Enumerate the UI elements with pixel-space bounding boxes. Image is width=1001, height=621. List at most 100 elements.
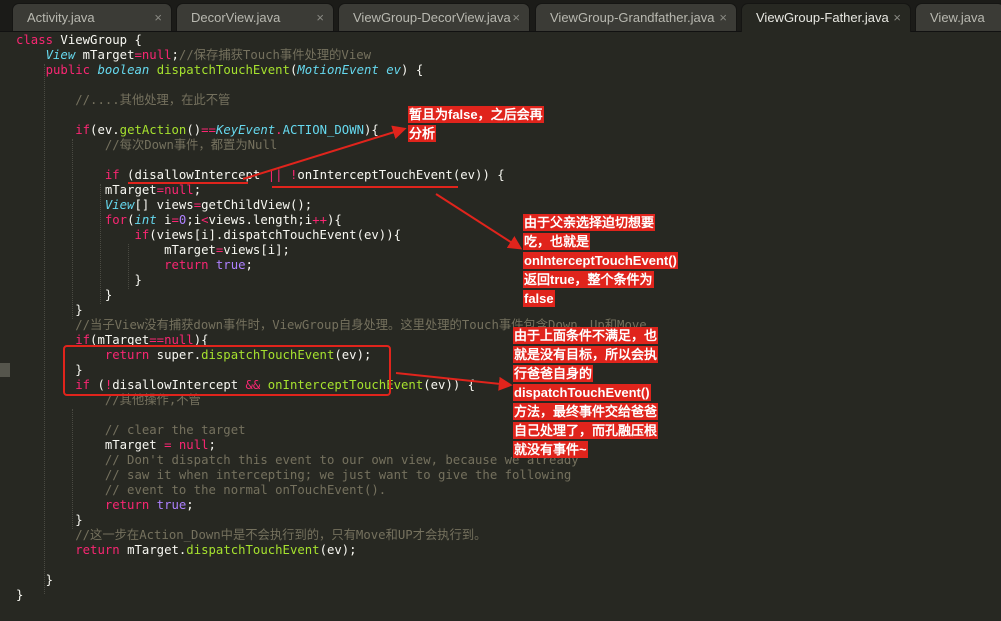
tab-decorview-java[interactable]: DecorView.java × bbox=[176, 3, 334, 31]
code-token: . bbox=[275, 123, 283, 137]
code-token: int bbox=[134, 213, 157, 227]
code-token: = bbox=[193, 198, 202, 212]
tab-label: ViewGroup-DecorView.java bbox=[353, 10, 511, 25]
code-line: return super.dispatchTouchEvent(ev); bbox=[16, 348, 372, 363]
code-token: && bbox=[245, 378, 261, 392]
code-token: ViewGroup { bbox=[60, 33, 142, 47]
close-icon[interactable]: × bbox=[893, 4, 901, 32]
code-token: ; bbox=[245, 258, 253, 272]
code-token: () bbox=[186, 123, 202, 137]
code-line: mTarget=null; bbox=[16, 183, 201, 198]
code-line: for(int i=0;i<views.length;i++){ bbox=[16, 213, 342, 228]
code-token: ){ bbox=[364, 123, 379, 137]
code-line: if(ev.getAction()==KeyEvent.ACTION_DOWN)… bbox=[16, 123, 379, 138]
code-token: || bbox=[267, 168, 283, 182]
code-token: //保存捕获Touch事件处理的View bbox=[178, 48, 372, 62]
code-token: (ev); bbox=[319, 543, 357, 557]
tab-label: ViewGroup-Grandfather.java bbox=[550, 10, 715, 25]
tab-label: Activity.java bbox=[27, 10, 95, 25]
tab-label: DecorView.java bbox=[191, 10, 281, 25]
code-line: } bbox=[16, 363, 82, 378]
code-token: KeyEvent bbox=[215, 123, 276, 137]
tab-activity-java[interactable]: Activity.java × bbox=[12, 3, 172, 31]
code-token: [] views bbox=[134, 198, 194, 212]
code-line: } bbox=[16, 573, 53, 588]
code-token: (ev)) { bbox=[423, 378, 476, 392]
tab-view-java[interactable]: View.java bbox=[915, 3, 1001, 31]
code-token: mTarget bbox=[16, 438, 165, 452]
annotation-note-2: 由于父亲选择迫切想要吃，也就是onInterceptTouchEvent()返回… bbox=[523, 214, 678, 307]
code-token: // clear the target bbox=[104, 423, 246, 437]
code-token: //其他操作,不管 bbox=[104, 393, 201, 407]
tab-viewgroup-decorview-java[interactable]: ViewGroup-DecorView.java × bbox=[338, 3, 530, 31]
close-icon[interactable]: × bbox=[512, 4, 520, 32]
code-token: (ev); bbox=[334, 348, 372, 362]
code-token: (views[i].dispatchTouchEvent(ev)){ bbox=[149, 228, 401, 242]
code-token: onInterceptTouchEvent bbox=[267, 378, 424, 392]
code-line: return mTarget.dispatchTouchEvent(ev); bbox=[16, 543, 357, 558]
code-token: getAction bbox=[119, 123, 187, 137]
code-token: dispatchTouchEvent bbox=[201, 348, 335, 362]
code-token: views.length;i bbox=[208, 213, 313, 227]
code-line: mTarget=views[i]; bbox=[16, 243, 290, 258]
code-line: // clear the target bbox=[16, 423, 246, 438]
code-token: ){ bbox=[327, 213, 342, 227]
code-token: ( bbox=[90, 378, 105, 392]
code-token: return bbox=[75, 543, 128, 557]
code-token: ){ bbox=[193, 333, 209, 347]
code-token: // event to the normal onTouchEvent(). bbox=[104, 483, 387, 497]
code-token: = bbox=[156, 183, 165, 197]
code-token: == bbox=[201, 123, 216, 137]
code-token: null bbox=[164, 183, 194, 197]
code-line: return true; bbox=[16, 498, 194, 513]
code-token: ; bbox=[193, 183, 202, 197]
tab-viewgroup-father-java[interactable]: ViewGroup-Father.java × bbox=[741, 3, 911, 32]
code-token: } bbox=[16, 273, 142, 287]
code-token: views[i]; bbox=[223, 243, 290, 257]
code-line: View[] views=getChildView(); bbox=[16, 198, 312, 213]
code-token: // saw it when intercepting; we just wan… bbox=[104, 468, 572, 482]
code-token: //每次Down事件，都置为Null bbox=[104, 138, 278, 152]
code-line: //其他操作,不管 bbox=[16, 393, 201, 408]
code-line: } bbox=[16, 303, 83, 318]
code-token: public bbox=[45, 63, 98, 77]
code-token: = bbox=[171, 213, 179, 227]
close-icon[interactable]: × bbox=[154, 4, 162, 32]
code-token: getChildView(); bbox=[201, 198, 313, 212]
code-line: // Don't dispatch this event to our own … bbox=[16, 453, 579, 468]
code-token: ev bbox=[386, 63, 402, 77]
code-token: boolean bbox=[97, 63, 157, 77]
code-token: if bbox=[75, 333, 91, 347]
code-line: if (!disallowIntercept && onInterceptTou… bbox=[16, 378, 475, 393]
code-token: null bbox=[141, 48, 172, 62]
code-token: return bbox=[104, 498, 157, 512]
close-icon[interactable]: × bbox=[719, 4, 727, 32]
code-line: View mTarget=null;//保存捕获Touch事件处理的View bbox=[16, 48, 371, 63]
code-token: if bbox=[104, 168, 120, 182]
code-token: == bbox=[149, 333, 165, 347]
code-line: mTarget = null; bbox=[16, 438, 216, 453]
code-token: dispatchTouchEvent bbox=[186, 543, 320, 557]
code-token: onInterceptTouchEvent(ev)) { bbox=[297, 168, 505, 182]
code-token: } bbox=[16, 303, 83, 317]
code-token: super. bbox=[156, 348, 202, 362]
code-token: ++ bbox=[312, 213, 327, 227]
close-icon[interactable]: × bbox=[316, 4, 324, 32]
tab-viewgroup-grandfather-java[interactable]: ViewGroup-Grandfather.java × bbox=[535, 3, 737, 31]
